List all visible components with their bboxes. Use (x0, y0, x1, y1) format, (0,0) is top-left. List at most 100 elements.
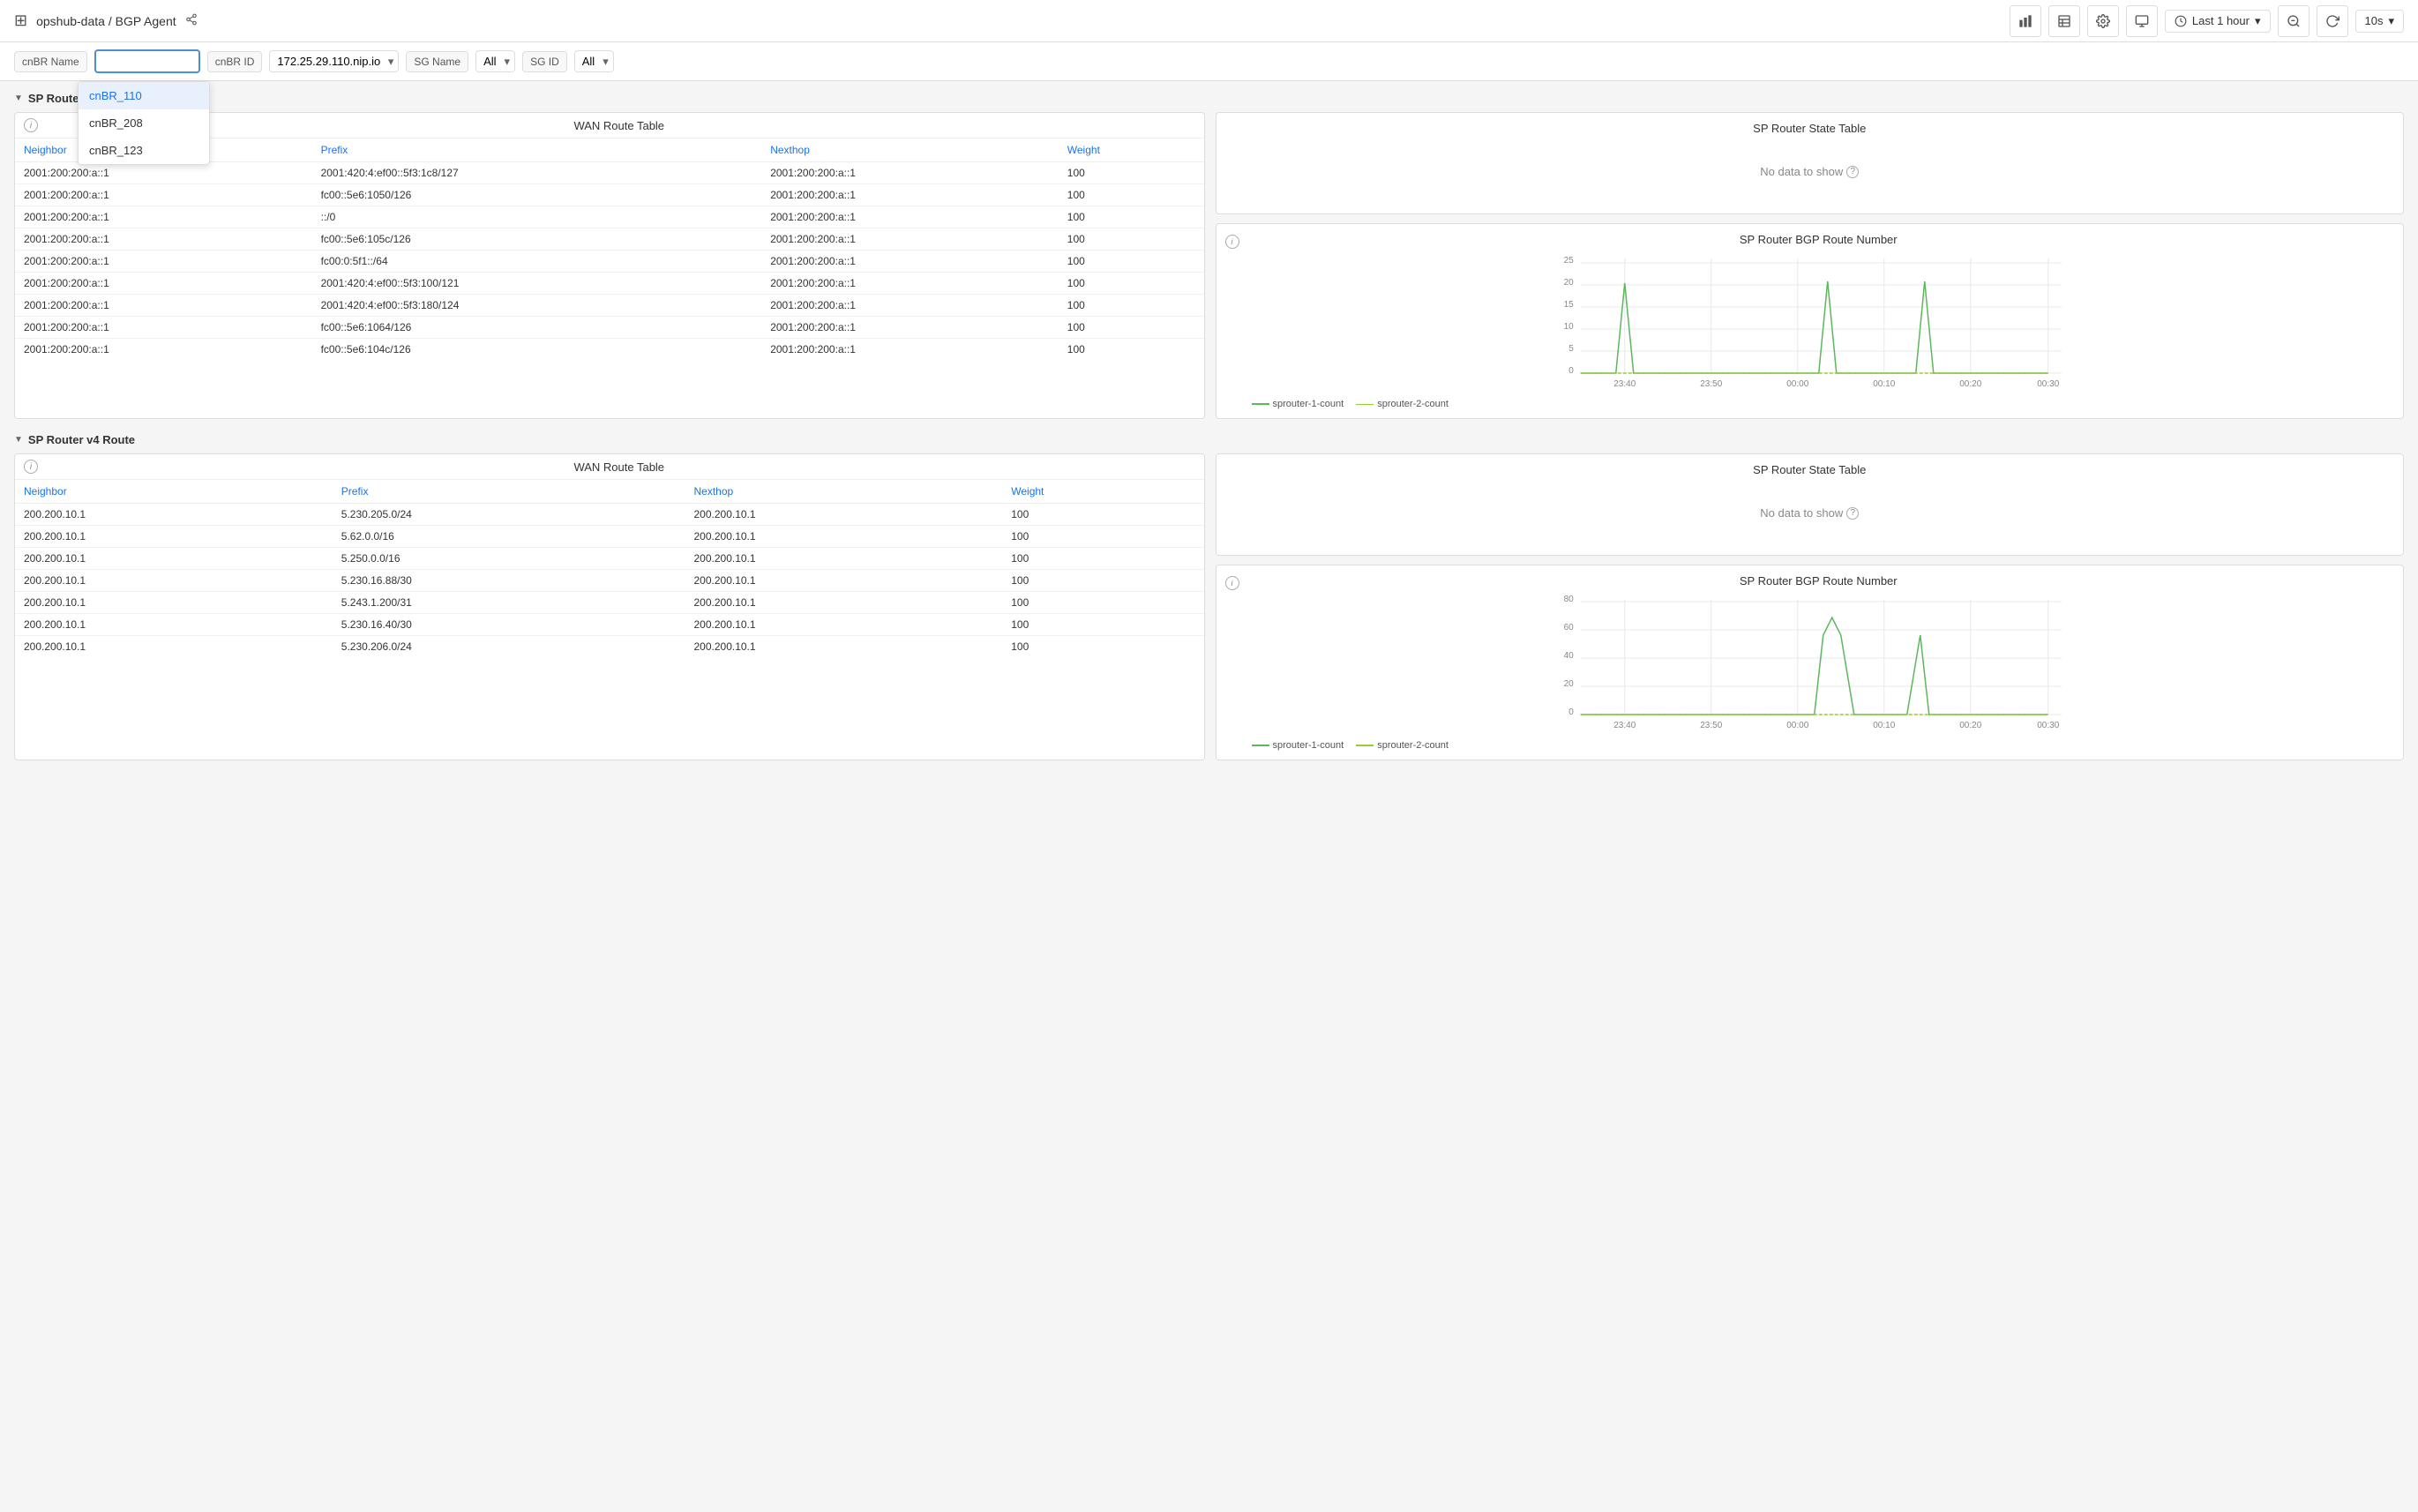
v6-table-info-icon[interactable]: i (24, 118, 38, 132)
zoom-out-button[interactable] (2278, 5, 2309, 37)
svg-text:00:20: 00:20 (1959, 379, 1981, 389)
cnbr-name-dropdown: cnBR_110 cnBR_208 cnBR_123 (78, 81, 210, 165)
v4-state-table-title: SP Router State Table (1225, 463, 2395, 476)
v6-bgp-chart-card: i SP Router BGP Route Number 0 5 10 15 2… (1216, 223, 2405, 419)
svg-text:00:30: 00:30 (2037, 379, 2059, 389)
section-v6-row: i WAN Route Table Neighbor Prefix Nextho… (14, 112, 2404, 419)
sg-name-select[interactable]: All (475, 50, 515, 72)
v4-bgp-chart-svg: 0 20 40 60 80 23:40 23:50 (1225, 591, 2395, 732)
svg-text:00:10: 00:10 (1873, 721, 1895, 730)
svg-text:15: 15 (1563, 300, 1574, 310)
section-v4-header[interactable]: ▼ SP Router v4 Route (14, 433, 2404, 446)
sg-id-select-wrapper[interactable]: All (574, 50, 614, 72)
svg-text:5: 5 (1568, 344, 1574, 354)
cnbr-name-label: cnBR Name (14, 51, 87, 72)
svg-text:23:40: 23:40 (1613, 379, 1636, 389)
v4-col-nexthop: Nexthop (685, 480, 1002, 504)
top-bar-left: ⊞ opshub-data / BGP Agent (14, 11, 198, 30)
table-row: 200.200.10.15.243.1.200/31200.200.10.110… (15, 592, 1204, 614)
section-v4-chevron: ▼ (14, 435, 23, 445)
breadcrumb: opshub-data / BGP Agent (36, 14, 176, 28)
cnbr-name-input[interactable] (94, 49, 200, 73)
table-row: 200.200.10.15.230.205.0/24200.200.10.110… (15, 504, 1204, 526)
v4-table: Neighbor Prefix Nexthop Weight 200.200.1… (15, 480, 1204, 657)
v4-bgp-chart-card: i SP Router BGP Route Number 0 20 40 60 … (1216, 565, 2405, 760)
section-v4-title: SP Router v4 Route (28, 433, 135, 446)
v4-state-table-card: SP Router State Table No data to show ? (1216, 453, 2405, 556)
refresh-button[interactable] (2317, 5, 2348, 37)
bar-chart-button[interactable] (2010, 5, 2041, 37)
sg-name-label: SG Name (406, 51, 468, 72)
v6-chart-info-icon[interactable]: i (1225, 235, 1239, 249)
time-range-chevron: ▾ (2255, 14, 2261, 28)
svg-text:23:50: 23:50 (1700, 721, 1722, 730)
svg-text:40: 40 (1563, 651, 1574, 661)
table-row: 2001:200:200:a::1fc00::5e6:104c/1262001:… (15, 339, 1204, 361)
share-icon[interactable] (185, 13, 198, 28)
v6-legend-2: sprouter-2-count (1356, 399, 1449, 409)
svg-text:00:30: 00:30 (2037, 721, 2059, 730)
monitor-button[interactable] (2126, 5, 2158, 37)
v4-state-no-data: No data to show ? (1225, 480, 2395, 546)
cnbr-id-select[interactable]: 172.25.29.110.nip.io (269, 50, 399, 72)
table-row: 2001:200:200:a::12001:420:4:ef00::5f3:10… (15, 273, 1204, 295)
svg-text:00:00: 00:00 (1786, 379, 1808, 389)
section-v6-chevron: ▼ (14, 94, 23, 103)
svg-text:25: 25 (1563, 256, 1574, 266)
v6-table: Neighbor Prefix Nexthop Weight 2001:200:… (15, 138, 1204, 360)
v4-legend-1: sprouter-1-count (1252, 740, 1344, 751)
table-row: 2001:200:200:a::1fc00:0:5f1::/642001:200… (15, 251, 1204, 273)
top-bar-right: Last 1 hour ▾ 10s ▾ (2010, 5, 2404, 37)
table-row: 2001:200:200:a::1fc00::5e6:1064/1262001:… (15, 317, 1204, 339)
table-row: 2001:200:200:a::1::/02001:200:200:a::110… (15, 206, 1204, 228)
v6-state-help-icon[interactable]: ? (1846, 166, 1859, 178)
svg-text:00:00: 00:00 (1786, 721, 1808, 730)
table-row: 2001:200:200:a::12001:420:4:ef00::5f3:18… (15, 295, 1204, 317)
svg-text:23:40: 23:40 (1613, 721, 1636, 730)
v4-state-help-icon[interactable]: ? (1846, 507, 1859, 520)
v6-state-table-title: SP Router State Table (1225, 122, 2395, 135)
table-view-button[interactable] (2048, 5, 2080, 37)
table-row: 2001:200:200:a::1fc00::5e6:1050/1262001:… (15, 184, 1204, 206)
cnbr-id-label: cnBR ID (207, 51, 263, 72)
v4-col-weight: Weight (1002, 480, 1203, 504)
v4-table-title: WAN Route Table (43, 460, 1195, 474)
v4-table-header: i WAN Route Table (15, 454, 1204, 480)
svg-text:20: 20 (1563, 278, 1574, 288)
interval-chevron: ▾ (2388, 14, 2394, 28)
table-row: 2001:200:200:a::1fc00::5e6:105c/1262001:… (15, 228, 1204, 251)
v4-chart-panel: SP Router State Table No data to show ? … (1216, 453, 2405, 760)
section-v6-header[interactable]: ▼ SP Router v6 Route (14, 92, 2404, 105)
svg-text:60: 60 (1563, 623, 1574, 632)
v6-state-no-data: No data to show ? (1225, 138, 2395, 205)
v6-bgp-chart-title: SP Router BGP Route Number (1243, 233, 2395, 246)
v4-table-info-icon[interactable]: i (24, 460, 38, 474)
v6-state-table-card: SP Router State Table No data to show ? (1216, 112, 2405, 214)
table-row: 2001:200:200:a::12001:420:4:ef00::5f3:1c… (15, 162, 1204, 184)
svg-text:0: 0 (1568, 707, 1574, 717)
svg-text:00:10: 00:10 (1873, 379, 1895, 389)
cnbr-id-select-wrapper[interactable]: 172.25.29.110.nip.io (269, 50, 399, 72)
v6-table-body: 2001:200:200:a::12001:420:4:ef00::5f3:1c… (15, 162, 1204, 361)
v6-legend-1: sprouter-1-count (1252, 399, 1344, 409)
table-row: 200.200.10.15.230.16.40/30200.200.10.110… (15, 614, 1204, 636)
v4-table-body: 200.200.10.15.230.205.0/24200.200.10.110… (15, 504, 1204, 658)
v4-chart-legend: sprouter-1-count sprouter-2-count (1225, 740, 2395, 751)
time-range-selector[interactable]: Last 1 hour ▾ (2165, 10, 2271, 33)
sg-id-select[interactable]: All (574, 50, 614, 72)
v4-col-neighbor: Neighbor (15, 480, 333, 504)
v4-chart-info-icon[interactable]: i (1225, 576, 1239, 590)
table-row: 200.200.10.15.230.16.88/30200.200.10.110… (15, 570, 1204, 592)
settings-button[interactable] (2087, 5, 2119, 37)
v4-legend-2: sprouter-2-count (1356, 740, 1449, 751)
time-range-label: Last 1 hour (2192, 14, 2250, 27)
dropdown-item-1[interactable]: cnBR_208 (79, 109, 209, 137)
v4-bgp-chart-title: SP Router BGP Route Number (1243, 574, 2395, 588)
interval-selector[interactable]: 10s ▾ (2355, 10, 2405, 33)
v6-col-nexthop: Nexthop (761, 138, 1059, 162)
dropdown-item-2[interactable]: cnBR_123 (79, 137, 209, 164)
v4-col-prefix: Prefix (333, 480, 685, 504)
sg-name-select-wrapper[interactable]: All (475, 50, 515, 72)
dropdown-item-0[interactable]: cnBR_110 (79, 82, 209, 109)
v6-col-weight: Weight (1059, 138, 1204, 162)
